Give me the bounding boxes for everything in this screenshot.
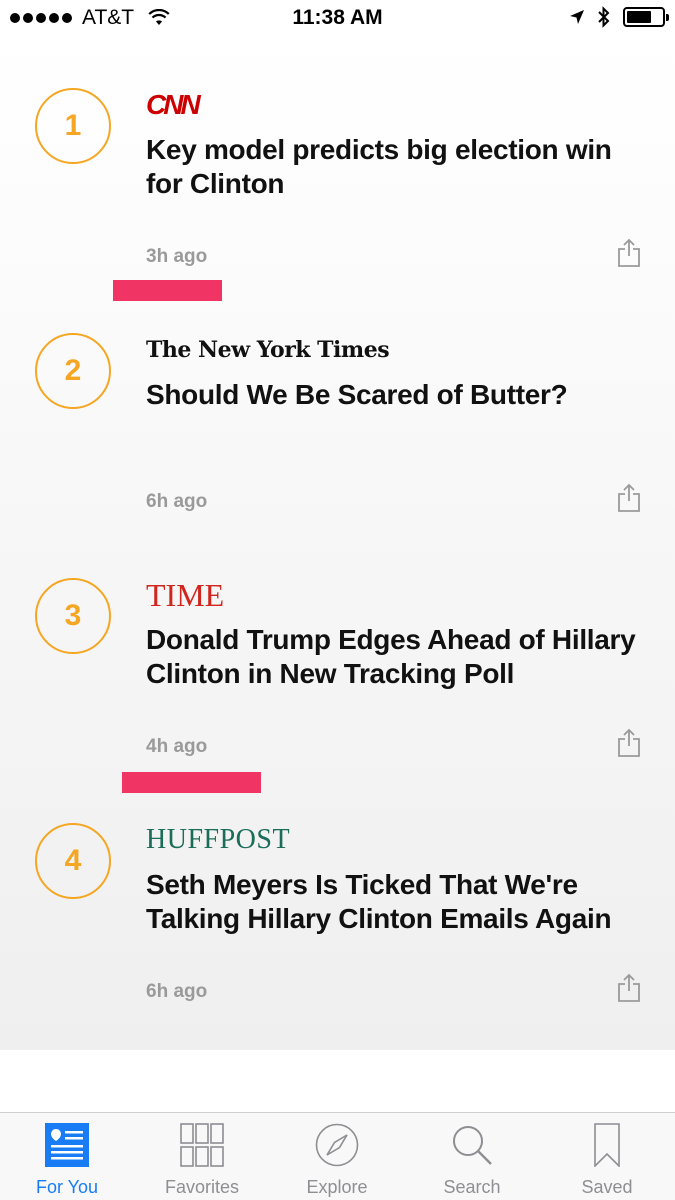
battery-icon bbox=[623, 7, 669, 27]
tab-label: Explore bbox=[306, 1177, 368, 1197]
rank-badge: 2 bbox=[35, 333, 111, 409]
news-item[interactable]: 4 HUFFPOST Seth Meyers Is Ticked That We… bbox=[0, 773, 675, 1018]
headline[interactable]: Should We Be Scared of Butter? bbox=[146, 378, 636, 412]
share-icon[interactable] bbox=[617, 728, 641, 758]
source-logo-huffpost: HUFFPOST bbox=[146, 823, 290, 857]
tab-label: Saved bbox=[581, 1177, 633, 1197]
timestamp: 3h ago bbox=[146, 246, 208, 267]
bluetooth-icon bbox=[598, 6, 610, 28]
for-you-icon bbox=[45, 1123, 89, 1167]
compass-icon bbox=[315, 1123, 359, 1167]
status-right bbox=[569, 6, 669, 28]
rank-badge: 4 bbox=[35, 823, 111, 899]
source-logo-time: TIME bbox=[146, 576, 225, 613]
tab-favorites[interactable]: Favorites bbox=[142, 1113, 262, 1200]
rank-badge: 3 bbox=[35, 578, 111, 654]
bookmark-icon bbox=[594, 1123, 620, 1167]
source-name: TIME bbox=[146, 576, 225, 613]
share-icon[interactable] bbox=[617, 238, 641, 268]
tab-label: Search bbox=[443, 1177, 501, 1197]
news-item[interactable]: 2 The New York Times Should We Be Scared… bbox=[0, 283, 675, 528]
news-item[interactable]: 1 CNN Key model predicts big election wi… bbox=[0, 38, 675, 283]
source-name: The New York Times bbox=[146, 337, 390, 363]
search-icon bbox=[453, 1126, 492, 1165]
timestamp: 6h ago bbox=[146, 981, 208, 1002]
source-logo-cnn: CNN bbox=[146, 88, 201, 122]
headline[interactable]: Key model predicts big election win for … bbox=[146, 133, 636, 201]
timestamp: 6h ago bbox=[146, 491, 208, 512]
timestamp: 4h ago bbox=[146, 736, 208, 757]
source-name: HUFFPOST bbox=[146, 824, 291, 855]
source-name: CNN bbox=[146, 89, 201, 120]
rank-badge: 1 bbox=[35, 88, 111, 164]
news-feed[interactable]: 1 CNN Key model predicts big election wi… bbox=[0, 38, 675, 1050]
news-item[interactable]: 3 TIME Donald Trump Edges Ahead of Hilla… bbox=[0, 528, 675, 773]
tab-label: For You bbox=[35, 1177, 99, 1197]
status-bar: AT&T 11:38 AM bbox=[0, 0, 675, 38]
share-icon[interactable] bbox=[617, 483, 641, 513]
location-arrow-icon bbox=[570, 10, 584, 24]
favorites-grid-icon bbox=[180, 1123, 224, 1167]
headline[interactable]: Seth Meyers Is Ticked That We're Talking… bbox=[146, 868, 636, 936]
share-icon[interactable] bbox=[617, 973, 641, 1003]
tab-explore[interactable]: Explore bbox=[277, 1113, 397, 1200]
tab-for-you[interactable]: For You bbox=[7, 1113, 127, 1200]
tab-label: Favorites bbox=[164, 1177, 240, 1197]
source-logo-nyt: The New York Times bbox=[146, 333, 390, 367]
tab-saved[interactable]: Saved bbox=[547, 1113, 667, 1200]
battery-fill bbox=[627, 11, 651, 23]
tab-bar: For You Favorites Explore Search Saved bbox=[0, 1112, 675, 1200]
tab-search[interactable]: Search bbox=[412, 1113, 532, 1200]
headline[interactable]: Donald Trump Edges Ahead of Hillary Clin… bbox=[146, 623, 636, 691]
